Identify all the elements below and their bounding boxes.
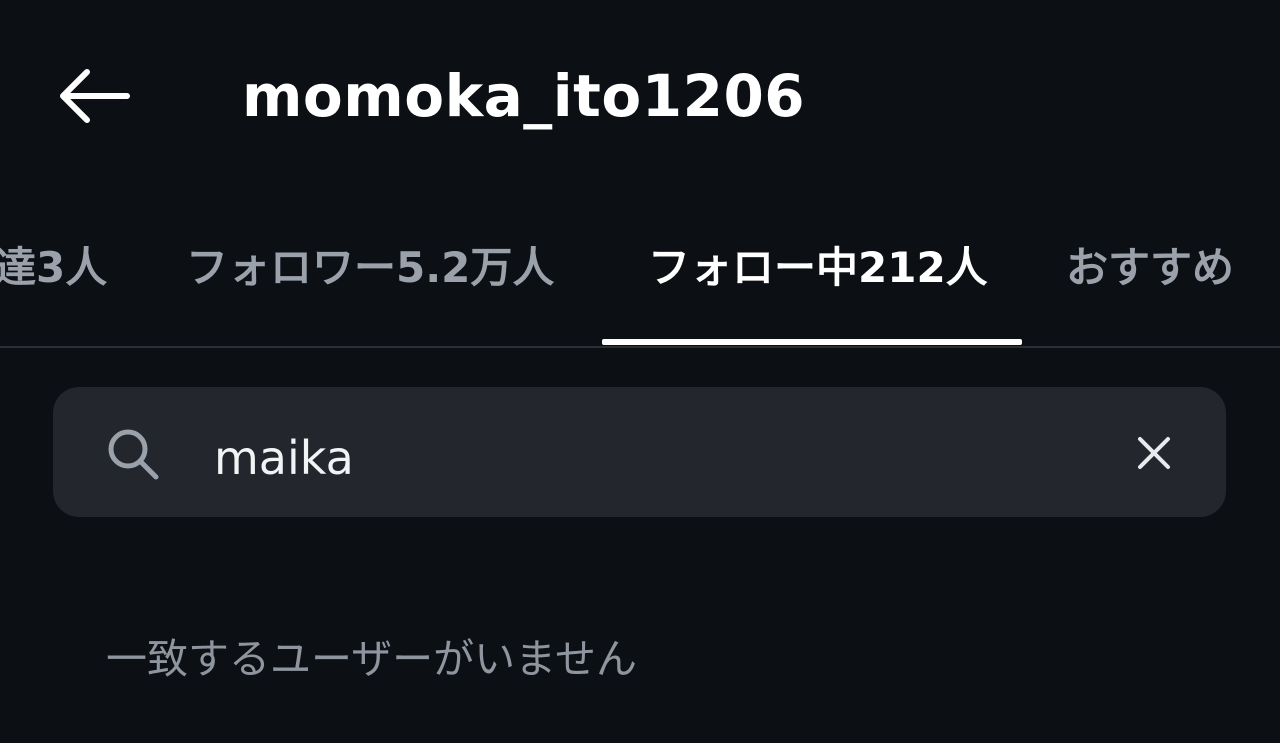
tab-bar: 達3人 フォロワー5.2万人 フォロー中212人 おすすめ <box>0 218 1280 348</box>
empty-results-message: 一致するユーザーがいません <box>106 635 637 683</box>
tab-suggested[interactable]: おすすめ <box>1066 218 1234 318</box>
active-tab-indicator <box>602 339 1022 345</box>
tab-divider <box>0 346 1280 348</box>
back-button[interactable] <box>50 62 136 130</box>
clear-search-button[interactable] <box>1124 423 1184 483</box>
tab-following[interactable]: フォロー中212人 <box>648 218 988 318</box>
arrow-left-icon <box>60 69 130 123</box>
search-input[interactable] <box>214 418 1094 498</box>
tab-friends[interactable]: 達3人 <box>0 218 107 318</box>
page-title: momoka_ito1206 <box>242 62 806 130</box>
close-icon <box>1138 437 1170 469</box>
following-screen: momoka_ito1206 達3人 フォロワー5.2万人 フォロー中212人 … <box>0 0 1280 743</box>
tab-followers[interactable]: フォロワー5.2万人 <box>186 218 554 318</box>
search-icon <box>108 429 159 480</box>
